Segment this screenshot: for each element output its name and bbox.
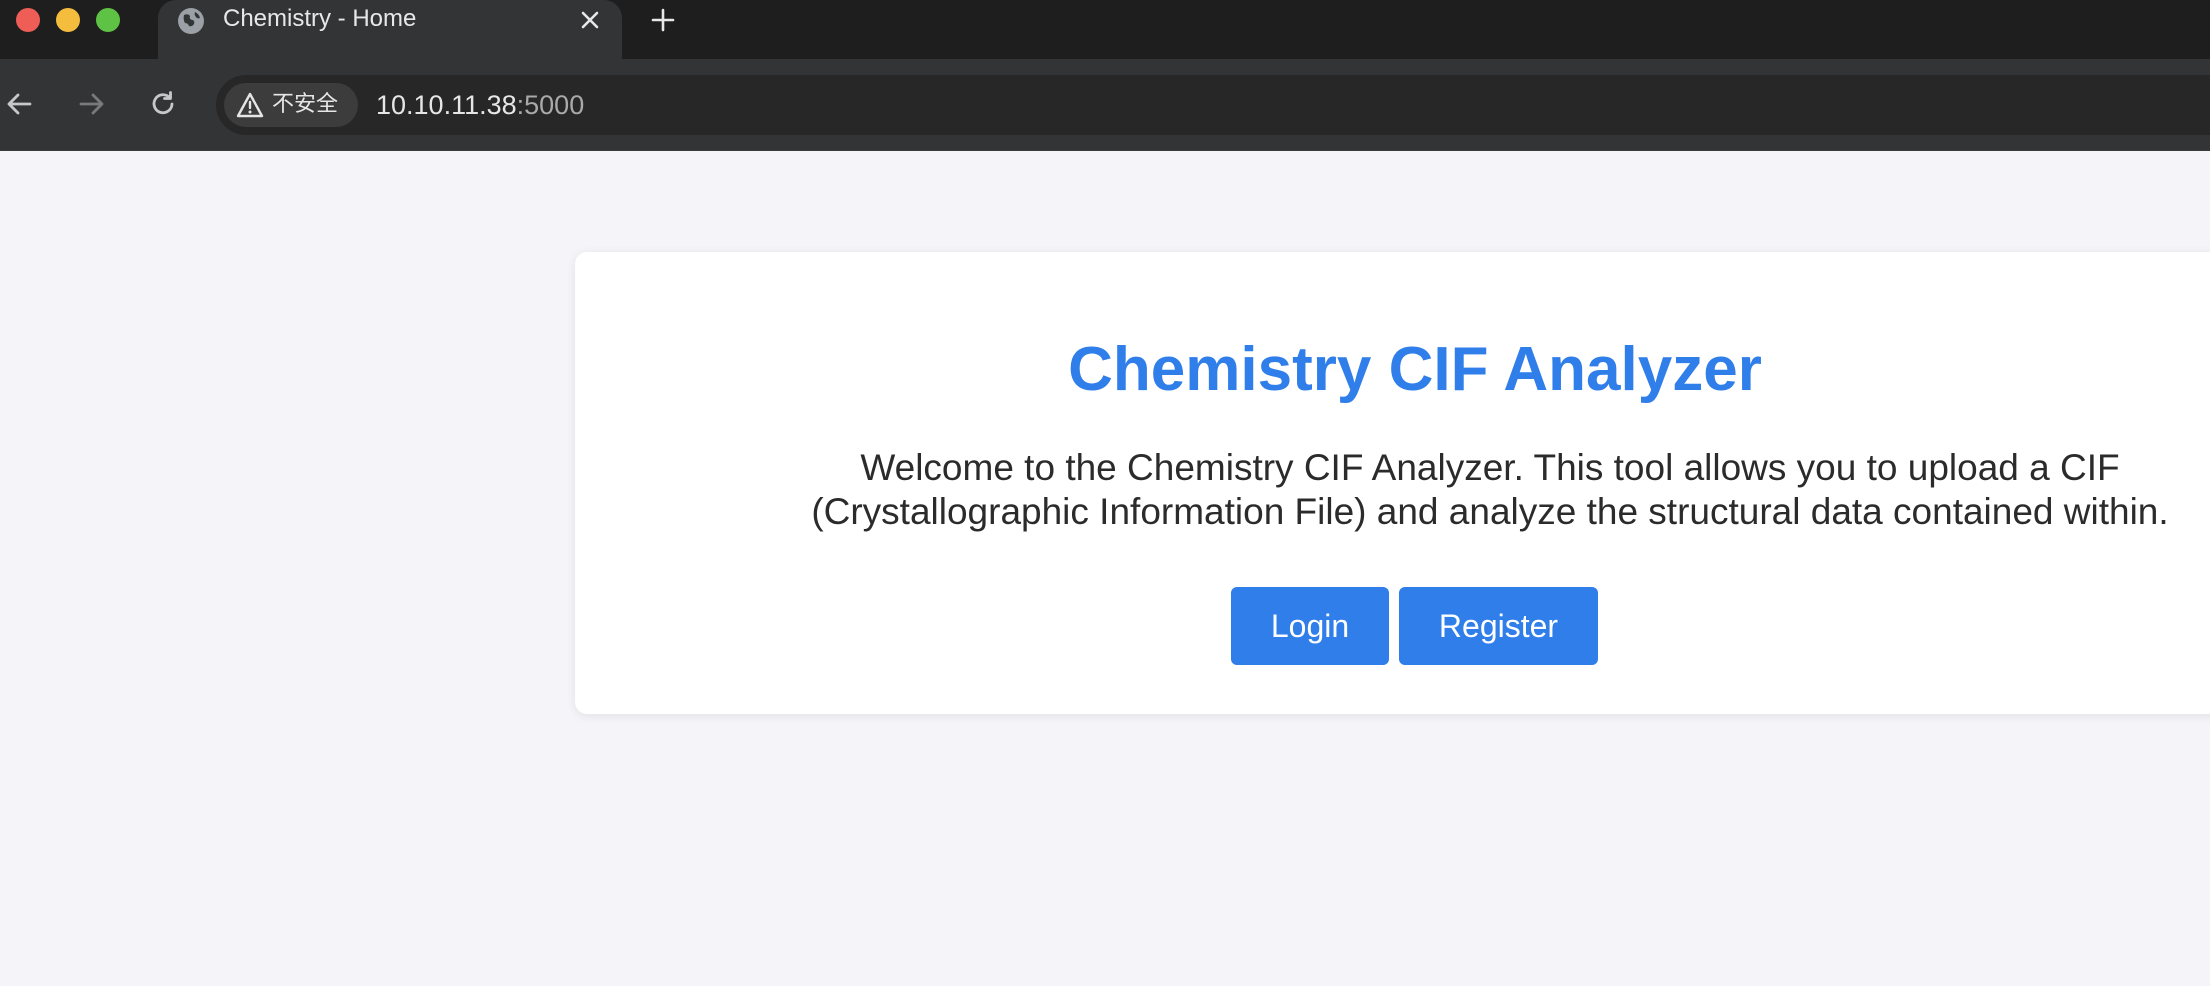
browser-toolbar: 不安全 10.10.11.38:5000 [0,59,2210,151]
back-arrow-icon[interactable] [2,86,38,122]
tab-title: Chemistry - Home [223,5,417,32]
welcome-text: Welcome to the Chemistry CIF Analyzer. T… [811,447,2169,532]
address-bar[interactable]: 不安全 10.10.11.38:5000 [216,75,2210,135]
maximize-window-button[interactable] [96,8,120,32]
globe-icon [178,8,204,34]
welcome-card: Chemistry CIF Analyzer Welcome to the Ch… [575,252,2210,714]
security-label: 不安全 [272,92,339,117]
new-tab-plus-icon[interactable] [648,5,678,35]
reload-icon[interactable] [145,86,181,122]
url-host: 10.10.11.38 [376,90,517,120]
register-button[interactable]: Register [1399,587,1598,665]
minimize-window-button[interactable] [56,8,80,32]
page-title: Chemistry CIF Analyzer [1068,335,1762,404]
forward-arrow-icon[interactable] [73,86,109,122]
security-indicator[interactable]: 不安全 [224,83,358,127]
browser-tab-strip: Chemistry - Home [0,0,2210,59]
close-window-button[interactable] [16,8,40,32]
url-port: :5000 [516,90,585,120]
login-button[interactable]: Login [1231,587,1389,665]
active-tab[interactable]: Chemistry - Home [158,0,622,59]
warning-triangle-icon [236,92,264,118]
close-icon[interactable] [576,6,604,34]
url-text[interactable]: 10.10.11.38:5000 [376,88,584,122]
